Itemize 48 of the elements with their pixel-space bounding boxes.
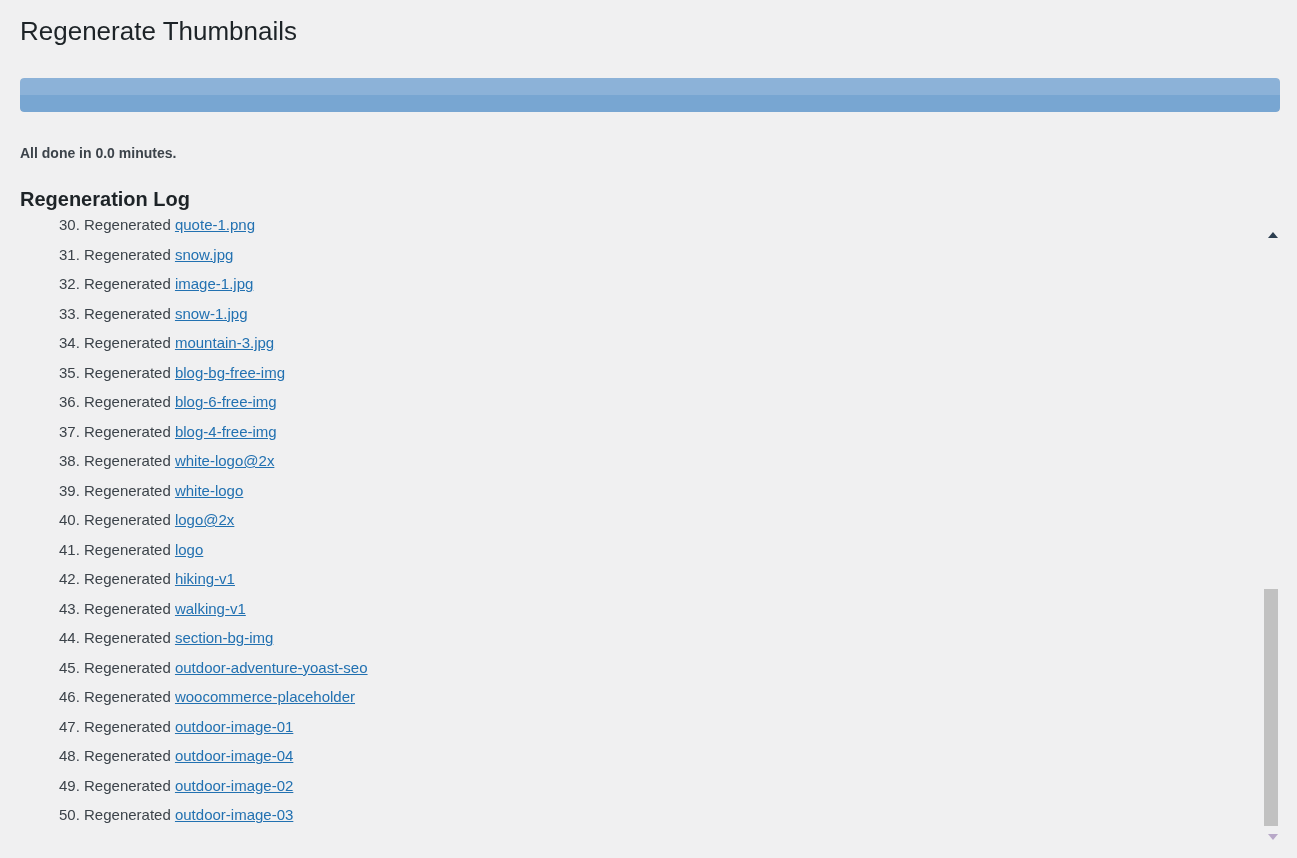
log-entry: 33. Regenerated snow-1.jpg <box>59 303 248 324</box>
file-link[interactable]: white-logo@2x <box>174 452 275 469</box>
file-link[interactable]: blog-bg-free-img <box>174 363 285 381</box>
file-link[interactable]: outdoor-adventure-yoast-seo <box>174 658 368 676</box>
log-entry: 31. Regenerated snow.jpg <box>59 244 234 265</box>
file-link[interactable]: outdoor-image-03 <box>174 806 294 823</box>
file-link[interactable]: image-1.jpg <box>174 275 254 292</box>
log-entry: 30. Regenerated quote-1.png <box>59 218 255 235</box>
log-entry: 39. Regenerated white-logo <box>59 480 244 501</box>
file-link[interactable]: blog-4-free-img <box>174 422 277 440</box>
file-link[interactable]: logo@2x <box>174 511 235 528</box>
file-link[interactable]: snow-1.jpg <box>174 304 248 322</box>
file-link[interactable]: blog-6-free-img <box>174 393 277 410</box>
file-link[interactable]: snow.jpg <box>174 245 234 263</box>
file-link[interactable]: logo <box>174 540 204 558</box>
log-entry: 43. Regenerated walking-v1 <box>59 598 246 619</box>
log-entry: 46. Regenerated woocommerce-placeholder <box>59 687 356 707</box>
file-link[interactable]: hiking-v1 <box>174 570 235 587</box>
file-link[interactable]: walking-v1 <box>174 599 246 617</box>
log-entry: 50. Regenerated outdoor-image-03 <box>59 805 294 825</box>
status-text: All done in 0.0 minutes. <box>20 144 178 162</box>
file-link[interactable]: quote-1.png <box>174 218 255 233</box>
log-entry: 41. Regenerated logo <box>59 539 204 560</box>
scroll-up-icon[interactable] <box>1268 232 1278 238</box>
log-entry: 42. Regenerated hiking-v1 <box>59 569 235 589</box>
log-entry: 32. Regenerated image-1.jpg <box>59 274 254 294</box>
file-link[interactable]: mountain-3.jpg <box>174 334 275 351</box>
file-link[interactable]: outdoor-image-02 <box>174 776 294 794</box>
log-entry: 44. Regenerated section-bg-img <box>59 628 274 648</box>
log-entry: 37. Regenerated blog-4-free-img <box>59 421 277 442</box>
scroll-down-icon[interactable] <box>1268 834 1278 840</box>
log-entry: 47. Regenerated outdoor-image-01 <box>59 716 294 737</box>
log-entry: 38. Regenerated white-logo@2x <box>59 451 275 471</box>
page-title: Regenerate Thumbnails <box>20 15 299 48</box>
file-link[interactable]: woocommerce-placeholder <box>174 688 356 705</box>
log-heading: Regeneration Log <box>20 187 191 212</box>
file-link[interactable]: section-bg-img <box>174 629 274 646</box>
file-link[interactable]: outdoor-image-04 <box>174 747 294 764</box>
file-link[interactable]: outdoor-image-01 <box>174 717 294 735</box>
scrollbar-thumb[interactable] <box>1264 589 1278 826</box>
log-entry: 49. Regenerated outdoor-image-02 <box>59 775 294 796</box>
file-link[interactable]: white-logo <box>174 481 244 499</box>
log-entry: 45. Regenerated outdoor-adventure-yoast-seo <box>59 657 368 678</box>
log-entry: 34. Regenerated mountain-3.jpg <box>59 333 275 353</box>
log-entry: 40. Regenerated logo@2x <box>59 510 235 530</box>
log-entry: 36. Regenerated blog-6-free-img <box>59 392 277 412</box>
log-entry: 48. Regenerated outdoor-image-04 <box>59 746 294 766</box>
log-entry: 35. Regenerated blog-bg-free-img <box>59 362 285 383</box>
